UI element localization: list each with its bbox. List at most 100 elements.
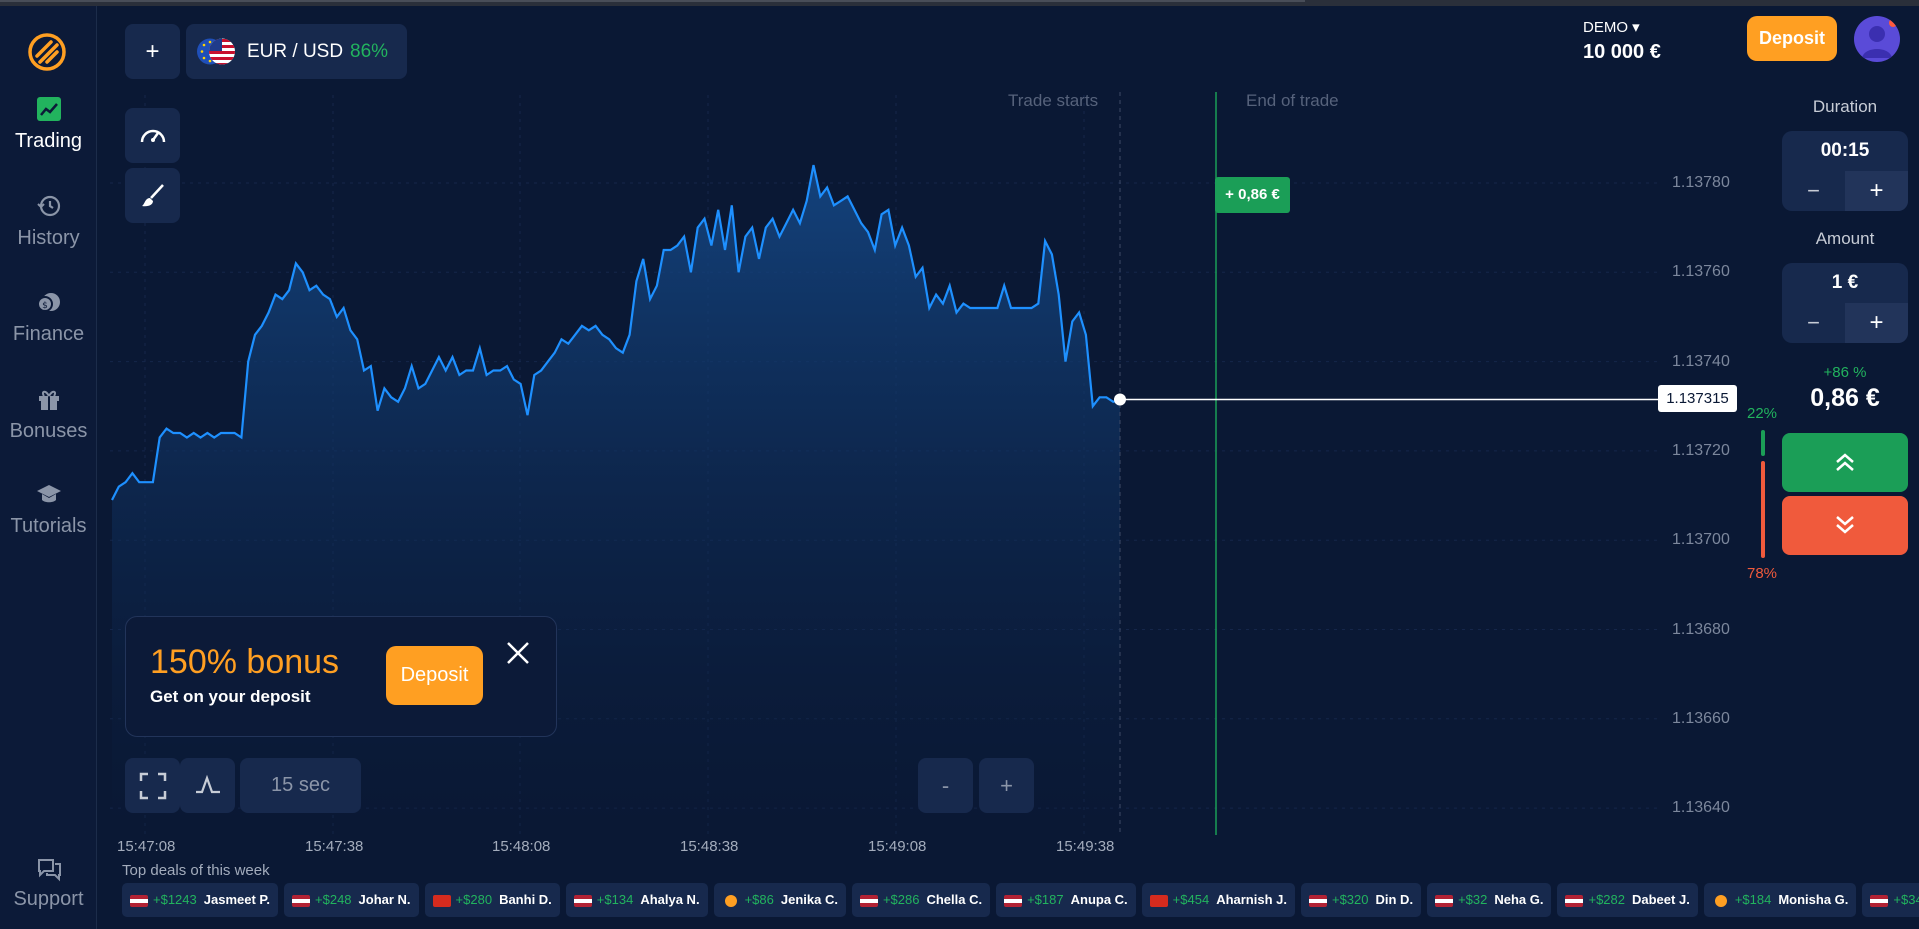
y-tick-label: 1.13700 bbox=[1672, 531, 1730, 549]
sidebar: Trading History $ Finance Bonuses Tutori… bbox=[0, 6, 97, 929]
deal-name: Ahalya N. bbox=[640, 892, 700, 907]
avatar[interactable] bbox=[1854, 16, 1900, 62]
bonus-deposit-button[interactable]: Deposit bbox=[386, 646, 483, 705]
draw-tools-button[interactable] bbox=[125, 168, 180, 223]
top-deals-title: Top deals of this week bbox=[122, 862, 270, 879]
bonus-banner: 150% bonus Get on your deposit Deposit bbox=[125, 616, 557, 737]
sidebar-item-trading[interactable]: Trading bbox=[0, 96, 97, 153]
account-balance: 10 000 € bbox=[1583, 41, 1661, 63]
x-tick-label: 15:48:38 bbox=[680, 838, 739, 855]
amount-plus-button[interactable]: + bbox=[1845, 303, 1908, 343]
sidebar-item-label: Tutorials bbox=[10, 515, 87, 537]
duration-value[interactable]: 00:15 bbox=[1782, 131, 1908, 171]
close-icon[interactable] bbox=[504, 639, 532, 667]
fullscreen-icon bbox=[139, 772, 167, 800]
payout-value: 0,86 € bbox=[1810, 384, 1880, 412]
double-chevron-down-icon bbox=[1836, 516, 1854, 534]
history-icon bbox=[36, 195, 60, 217]
country-flag-icon bbox=[1435, 894, 1454, 907]
deal-amount: +$282 bbox=[1588, 892, 1625, 907]
sidebar-item-history[interactable]: History bbox=[0, 193, 97, 250]
sidebar-item-bonuses[interactable]: Bonuses bbox=[0, 386, 97, 443]
deal-amount: +$134 bbox=[596, 892, 634, 907]
support-button[interactable]: Support bbox=[0, 856, 97, 911]
x-tick-label: 15:48:08 bbox=[492, 838, 551, 855]
end-of-trade-label: End of trade bbox=[1246, 91, 1339, 110]
deal-amount: +$184 bbox=[1734, 892, 1772, 907]
double-chevron-up-icon bbox=[1836, 453, 1854, 471]
deal-name: Aharnish J. bbox=[1216, 892, 1287, 907]
chart-type-icon bbox=[196, 774, 220, 794]
duration-control: 00:15 − + bbox=[1782, 131, 1908, 211]
chat-bubbles-icon bbox=[37, 859, 61, 882]
zoom-in-button[interactable]: + bbox=[979, 758, 1034, 813]
country-flag-icon bbox=[1870, 894, 1889, 907]
amount-control: 1 € − + bbox=[1782, 263, 1908, 343]
deal-item: +$282 Dabeet J. bbox=[1557, 883, 1698, 917]
trade-starts-label: Trade starts bbox=[1008, 91, 1099, 110]
country-flag-icon bbox=[859, 894, 878, 907]
current-price-dot bbox=[1114, 393, 1126, 406]
deal-item: +$86 Jenika C. bbox=[713, 883, 846, 917]
x-tick-label: 15:47:38 bbox=[305, 838, 364, 855]
country-flag-icon bbox=[130, 894, 148, 907]
notification-dot bbox=[1889, 19, 1897, 27]
deal-item: +$32 Neha G. bbox=[1427, 883, 1552, 917]
country-flag-icon bbox=[1004, 894, 1023, 907]
deal-item: +$343Chandrak B. bbox=[1862, 883, 1919, 917]
deal-item: +$248 Johar N. bbox=[284, 883, 419, 917]
deal-item: +$454 Aharnish J. bbox=[1141, 883, 1295, 917]
deal-name: Jenika C. bbox=[780, 892, 838, 907]
deal-item: +$184 Monisha G. bbox=[1703, 883, 1857, 917]
sidebar-item-tutorials[interactable]: Tutorials bbox=[0, 481, 97, 538]
amount-minus-button[interactable]: − bbox=[1782, 303, 1845, 343]
country-flag-icon bbox=[1308, 894, 1327, 907]
gift-icon bbox=[38, 390, 59, 410]
deal-name: Banhi D. bbox=[499, 892, 552, 907]
y-tick-label: 1.13740 bbox=[1672, 352, 1730, 370]
bonus-title: 150% bonus bbox=[150, 643, 340, 681]
brand-logo-icon bbox=[28, 33, 66, 71]
sidebar-item-finance[interactable]: $ Finance bbox=[0, 289, 97, 346]
y-tick-label: 1.13640 bbox=[1672, 799, 1730, 817]
browser-top-bar bbox=[0, 0, 1919, 6]
lower-button[interactable] bbox=[1782, 496, 1908, 555]
duration-minus-button[interactable]: − bbox=[1782, 171, 1845, 211]
eur-usd-flag-icon bbox=[197, 38, 235, 65]
timeframe-button[interactable]: 15 sec bbox=[240, 758, 361, 813]
graduation-cap-icon bbox=[36, 485, 61, 503]
x-tick-label: 15:47:08 bbox=[117, 838, 176, 855]
amount-label: Amount bbox=[1815, 229, 1875, 248]
account-mode-dropdown[interactable]: DEMO ▾ bbox=[1583, 18, 1640, 36]
deal-name: Anupa C. bbox=[1070, 892, 1128, 907]
y-tick-label: 1.13780 bbox=[1672, 174, 1730, 191]
bonus-subtitle: Get on your deposit bbox=[150, 687, 311, 706]
chart-speed-button[interactable] bbox=[125, 108, 180, 163]
fullscreen-button[interactable] bbox=[125, 758, 180, 813]
brush-icon bbox=[142, 184, 164, 207]
country-flag-icon bbox=[432, 894, 451, 907]
top-deals-ticker: +$1243 Jasmeet P. +$248 Johar N. +$280 Banhi … bbox=[122, 883, 1919, 919]
x-tick-label: 15:49:08 bbox=[868, 838, 927, 855]
deposit-button[interactable]: Deposit bbox=[1747, 16, 1837, 61]
amount-value[interactable]: 1 € bbox=[1782, 263, 1908, 303]
deal-amount: +$248 bbox=[315, 892, 352, 907]
zoom-out-button[interactable]: - bbox=[918, 758, 973, 813]
duration-plus-button[interactable]: + bbox=[1845, 171, 1908, 211]
deal-amount: +$286 bbox=[882, 892, 920, 907]
add-asset-button[interactable]: + bbox=[125, 24, 180, 79]
asset-payout: 86% bbox=[350, 41, 389, 62]
deal-item: +$187 Anupa C. bbox=[996, 883, 1136, 917]
deal-amount: +$320 bbox=[1331, 892, 1369, 907]
sidebar-item-label: Finance bbox=[12, 323, 85, 345]
indicators-button[interactable] bbox=[180, 758, 235, 813]
deal-name: Din D. bbox=[1375, 892, 1414, 907]
deal-amount: +$454 bbox=[1172, 892, 1210, 907]
sidebar-item-label: Trading bbox=[14, 130, 83, 152]
country-flag-icon bbox=[292, 894, 311, 907]
higher-button[interactable] bbox=[1782, 433, 1908, 492]
deal-name: Monisha G. bbox=[1778, 892, 1849, 907]
support-label: Support bbox=[13, 888, 84, 910]
sentiment-up-bar bbox=[1761, 430, 1765, 456]
asset-selector[interactable]: EUR / USD 86% bbox=[186, 24, 407, 79]
